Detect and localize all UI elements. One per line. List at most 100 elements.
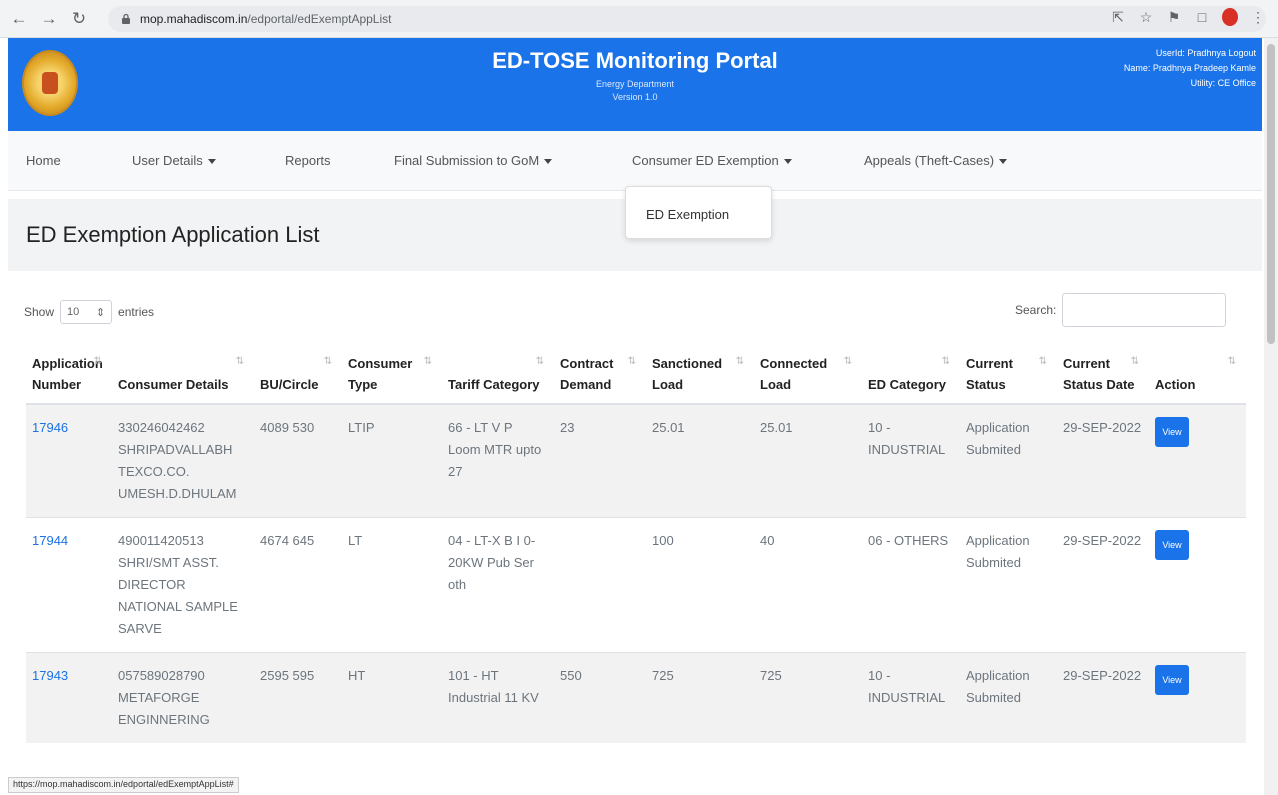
cell-ed-category: 06 - OTHERS: [862, 517, 960, 653]
sort-icon: ⇅: [1130, 356, 1139, 367]
cell-tariff: 101 - HT Industrial 11 KV: [442, 652, 554, 743]
nav-user-details[interactable]: User Details: [132, 153, 216, 168]
table-row: 17943 057589028790 METAFORGE ENGINNERING…: [26, 652, 1246, 743]
sort-icon: ⇅: [627, 356, 636, 367]
cell-bu: 4089 530: [254, 403, 342, 518]
browser-toolbar: ← → ↻ mop.mahadiscom.in/edportal/edExemp…: [0, 0, 1278, 38]
bookmark-star-icon[interactable]: ☆: [1138, 9, 1154, 26]
col-header-connected-load[interactable]: Connected Load ⇅: [754, 347, 862, 405]
lock-icon[interactable]: [120, 13, 132, 25]
sort-icon: ⇅: [735, 356, 744, 367]
cell-consumer: 330246042462 SHRIPADVALLABH TEXCO.CO. UM…: [112, 403, 254, 518]
col-header-contract-demand[interactable]: Contract Demand ⇅: [554, 347, 646, 405]
page-scrollbar[interactable]: [1264, 38, 1278, 795]
col-header-current-status[interactable]: Current Status ⇅: [960, 347, 1057, 405]
scrollbar-thumb[interactable]: [1267, 44, 1275, 344]
cell-date: 29-SEP-2022: [1057, 403, 1149, 518]
cell-contract: 23: [554, 403, 646, 518]
table-row: 17946 330246042462 SHRIPADVALLABH TEXCO.…: [26, 403, 1246, 518]
search-input[interactable]: [1062, 293, 1227, 327]
cell-consumer: 057589028790 METAFORGE ENGINNERING: [112, 652, 254, 743]
consumer-ed-exemption-dropdown: ED Exemption: [625, 186, 772, 239]
cell-app-number: 17946: [26, 403, 112, 518]
sort-icon: ⇅: [1038, 356, 1047, 367]
portal-version: Version 1.0: [612, 92, 658, 102]
col-header-sanctioned-load[interactable]: Sanctioned Load ⇅: [646, 347, 754, 405]
back-icon[interactable]: ←: [8, 8, 30, 30]
dropdown-item-ed-exemption[interactable]: ED Exemption: [646, 207, 729, 222]
cell-type: HT: [342, 652, 442, 743]
applications-table: Application Number ⇅ Consumer Details ⇅ BU…: [26, 347, 1246, 743]
cell-contract: [554, 517, 646, 653]
share-icon[interactable]: ⇱: [1110, 9, 1126, 26]
userid-line[interactable]: UserId: Pradhnya Logout: [1124, 46, 1256, 61]
cell-bu: 4674 645: [254, 517, 342, 653]
col-header-consumer-details[interactable]: Consumer Details ⇅: [112, 347, 254, 405]
col-header-tariff-category[interactable]: Tariff Category ⇅: [442, 347, 554, 405]
reload-icon[interactable]: ↻: [68, 8, 90, 30]
nav-appeals[interactable]: Appeals (Theft-Cases): [864, 153, 1008, 168]
cell-connected: 725: [754, 652, 862, 743]
portal-subtitle: Energy Department: [595, 79, 675, 89]
chevron-down-icon: [999, 159, 1008, 165]
nav-consumer-ed-exemption[interactable]: Consumer ED Exemption: [632, 153, 792, 168]
cell-tariff: 04 - LT-X B I 0-20KW Pub Ser oth: [442, 517, 554, 653]
cell-ed-category: 10 - INDUSTRIAL: [862, 403, 960, 518]
sort-icon: ⇅: [423, 356, 432, 367]
portal-header: ED-TOSE Monitoring Portal Energy Departm…: [8, 38, 1262, 131]
chevron-down-icon: [207, 159, 216, 165]
application-link[interactable]: 17944: [32, 533, 68, 548]
page-root: ← → ↻ mop.mahadiscom.in/edportal/edExemp…: [0, 0, 1278, 795]
cell-bu: 2595 595: [254, 652, 342, 743]
user-name-line: Name: Pradhnya Pradeep Kamle: [1123, 63, 1256, 73]
cell-sanctioned: 725: [646, 652, 754, 743]
cell-sanctioned: 25.01: [646, 403, 754, 518]
show-label: Show: [24, 305, 55, 319]
view-button[interactable]: View: [1155, 417, 1189, 447]
entries-label: entries: [118, 305, 155, 319]
view-button[interactable]: View: [1155, 665, 1189, 695]
cell-tariff: 66 - LT V P Loom MTR upto 27: [442, 403, 554, 518]
browser-actions: ⇱ ☆ ⚑ □ ⋮: [1110, 8, 1266, 26]
sort-icon: ⇅: [1227, 356, 1236, 367]
sort-icon: ⇅: [941, 356, 950, 367]
extensions-icon[interactable]: ⚑: [1166, 9, 1182, 26]
cell-app-number: 17943: [26, 652, 112, 743]
cell-app-number: 17944: [26, 517, 112, 653]
col-header-bu-circle[interactable]: BU/Circle ⇅: [254, 347, 342, 405]
application-link[interactable]: 17943: [32, 668, 68, 683]
cell-type: LT: [342, 517, 442, 653]
nav-home[interactable]: Home: [26, 153, 61, 168]
sort-icon: ⇅: [843, 356, 852, 367]
nav-final-submission[interactable]: Final Submission to GoM: [394, 153, 553, 168]
sort-icon: ⇅: [535, 356, 544, 367]
page-title: ED Exemption Application List: [26, 222, 320, 247]
col-header-action[interactable]: Action ⇅: [1149, 347, 1246, 405]
col-header-ed-category[interactable]: ED Category ⇅: [862, 347, 960, 405]
table-header-row: Application Number ⇅ Consumer Details ⇅ BU…: [26, 347, 1246, 405]
url-text[interactable]: mop.mahadiscom.in/edportal/edExemptAppLi…: [140, 12, 391, 26]
view-button[interactable]: View: [1155, 530, 1189, 560]
col-header-application-number[interactable]: Application Number ⇅: [26, 347, 112, 405]
show-entries-control: Show 10 ⇕ entries: [24, 300, 154, 324]
cell-status: Application Submited: [960, 652, 1057, 743]
profile-avatar[interactable]: [1222, 8, 1238, 26]
col-header-consumer-type[interactable]: Consumer Type ⇅: [342, 347, 442, 405]
application-link[interactable]: 17946: [32, 420, 68, 435]
search-control: Search:: [1015, 293, 1227, 327]
cell-action: View: [1149, 652, 1246, 743]
address-bar[interactable]: mop.mahadiscom.in/edportal/edExemptAppLi…: [108, 6, 1266, 32]
cell-date: 29-SEP-2022: [1057, 517, 1149, 653]
forward-icon[interactable]: →: [38, 8, 60, 30]
sort-icon: ⇅: [323, 356, 332, 367]
chevron-down-icon: [783, 159, 792, 165]
cell-action: View: [1149, 517, 1246, 653]
menu-icon[interactable]: ⋮: [1250, 9, 1266, 26]
sort-icon: ⇅: [235, 356, 244, 367]
utility-line: Utility: CE Office: [1190, 78, 1256, 88]
col-header-current-status-date[interactable]: Current Status Date ⇅: [1057, 347, 1149, 405]
cell-status: Application Submited: [960, 403, 1057, 518]
nav-reports[interactable]: Reports: [285, 153, 331, 168]
entries-select[interactable]: 10 ⇕: [60, 300, 113, 324]
sidepanel-icon[interactable]: □: [1194, 9, 1210, 25]
